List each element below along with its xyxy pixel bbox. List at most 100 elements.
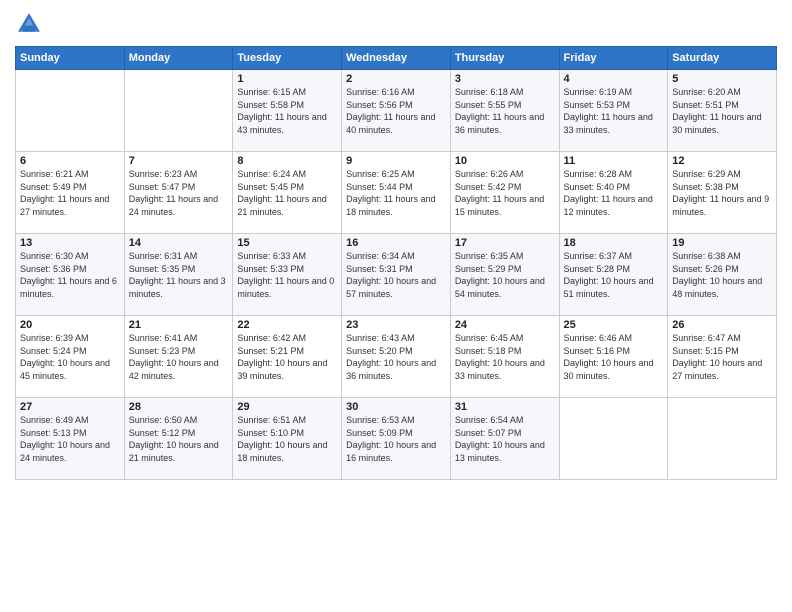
day-number: 25 (564, 319, 664, 331)
week-row-2: 6Sunrise: 6:21 AMSunset: 5:49 PMDaylight… (16, 152, 777, 234)
day-number: 12 (672, 155, 772, 167)
header-friday: Friday (559, 47, 668, 70)
day-cell: 3Sunrise: 6:18 AMSunset: 5:55 PMDaylight… (450, 70, 559, 152)
header-sunday: Sunday (16, 47, 125, 70)
day-number: 1 (237, 73, 337, 85)
day-info: Sunrise: 6:51 AMSunset: 5:10 PMDaylight:… (237, 414, 337, 464)
day-cell: 30Sunrise: 6:53 AMSunset: 5:09 PMDayligh… (342, 398, 451, 480)
day-cell: 8Sunrise: 6:24 AMSunset: 5:45 PMDaylight… (233, 152, 342, 234)
day-info: Sunrise: 6:35 AMSunset: 5:29 PMDaylight:… (455, 250, 555, 300)
day-cell: 11Sunrise: 6:28 AMSunset: 5:40 PMDayligh… (559, 152, 668, 234)
calendar-header: SundayMondayTuesdayWednesdayThursdayFrid… (16, 47, 777, 70)
day-info: Sunrise: 6:50 AMSunset: 5:12 PMDaylight:… (129, 414, 229, 464)
day-info: Sunrise: 6:28 AMSunset: 5:40 PMDaylight:… (564, 168, 664, 218)
day-info: Sunrise: 6:29 AMSunset: 5:38 PMDaylight:… (672, 168, 772, 218)
day-number: 23 (346, 319, 446, 331)
day-info: Sunrise: 6:20 AMSunset: 5:51 PMDaylight:… (672, 86, 772, 136)
day-number: 27 (20, 401, 120, 413)
day-cell: 25Sunrise: 6:46 AMSunset: 5:16 PMDayligh… (559, 316, 668, 398)
day-info: Sunrise: 6:41 AMSunset: 5:23 PMDaylight:… (129, 332, 229, 382)
header-tuesday: Tuesday (233, 47, 342, 70)
day-info: Sunrise: 6:19 AMSunset: 5:53 PMDaylight:… (564, 86, 664, 136)
day-number: 10 (455, 155, 555, 167)
day-cell (559, 398, 668, 480)
day-info: Sunrise: 6:46 AMSunset: 5:16 PMDaylight:… (564, 332, 664, 382)
header-thursday: Thursday (450, 47, 559, 70)
day-number: 16 (346, 237, 446, 249)
calendar-page: SundayMondayTuesdayWednesdayThursdayFrid… (0, 0, 792, 612)
day-cell: 17Sunrise: 6:35 AMSunset: 5:29 PMDayligh… (450, 234, 559, 316)
day-info: Sunrise: 6:33 AMSunset: 5:33 PMDaylight:… (237, 250, 337, 300)
day-number: 28 (129, 401, 229, 413)
calendar-body: 1Sunrise: 6:15 AMSunset: 5:58 PMDaylight… (16, 70, 777, 480)
day-cell: 14Sunrise: 6:31 AMSunset: 5:35 PMDayligh… (124, 234, 233, 316)
week-row-1: 1Sunrise: 6:15 AMSunset: 5:58 PMDaylight… (16, 70, 777, 152)
calendar-table: SundayMondayTuesdayWednesdayThursdayFrid… (15, 46, 777, 480)
day-number: 31 (455, 401, 555, 413)
day-number: 2 (346, 73, 446, 85)
day-number: 18 (564, 237, 664, 249)
day-number: 3 (455, 73, 555, 85)
day-info: Sunrise: 6:37 AMSunset: 5:28 PMDaylight:… (564, 250, 664, 300)
day-cell: 29Sunrise: 6:51 AMSunset: 5:10 PMDayligh… (233, 398, 342, 480)
day-info: Sunrise: 6:30 AMSunset: 5:36 PMDaylight:… (20, 250, 120, 300)
day-number: 4 (564, 73, 664, 85)
header-saturday: Saturday (668, 47, 777, 70)
day-number: 19 (672, 237, 772, 249)
day-cell: 1Sunrise: 6:15 AMSunset: 5:58 PMDaylight… (233, 70, 342, 152)
day-number: 26 (672, 319, 772, 331)
day-cell (124, 70, 233, 152)
day-info: Sunrise: 6:45 AMSunset: 5:18 PMDaylight:… (455, 332, 555, 382)
day-number: 8 (237, 155, 337, 167)
day-number: 20 (20, 319, 120, 331)
day-info: Sunrise: 6:49 AMSunset: 5:13 PMDaylight:… (20, 414, 120, 464)
day-info: Sunrise: 6:15 AMSunset: 5:58 PMDaylight:… (237, 86, 337, 136)
day-number: 6 (20, 155, 120, 167)
day-info: Sunrise: 6:53 AMSunset: 5:09 PMDaylight:… (346, 414, 446, 464)
day-cell: 24Sunrise: 6:45 AMSunset: 5:18 PMDayligh… (450, 316, 559, 398)
day-cell: 22Sunrise: 6:42 AMSunset: 5:21 PMDayligh… (233, 316, 342, 398)
day-info: Sunrise: 6:42 AMSunset: 5:21 PMDaylight:… (237, 332, 337, 382)
logo-icon (15, 10, 43, 38)
day-number: 22 (237, 319, 337, 331)
day-cell: 10Sunrise: 6:26 AMSunset: 5:42 PMDayligh… (450, 152, 559, 234)
day-cell: 2Sunrise: 6:16 AMSunset: 5:56 PMDaylight… (342, 70, 451, 152)
day-cell: 21Sunrise: 6:41 AMSunset: 5:23 PMDayligh… (124, 316, 233, 398)
day-cell: 20Sunrise: 6:39 AMSunset: 5:24 PMDayligh… (16, 316, 125, 398)
day-cell: 18Sunrise: 6:37 AMSunset: 5:28 PMDayligh… (559, 234, 668, 316)
day-cell: 7Sunrise: 6:23 AMSunset: 5:47 PMDaylight… (124, 152, 233, 234)
day-info: Sunrise: 6:24 AMSunset: 5:45 PMDaylight:… (237, 168, 337, 218)
day-cell: 13Sunrise: 6:30 AMSunset: 5:36 PMDayligh… (16, 234, 125, 316)
day-number: 24 (455, 319, 555, 331)
day-cell: 4Sunrise: 6:19 AMSunset: 5:53 PMDaylight… (559, 70, 668, 152)
header (15, 10, 777, 38)
day-number: 15 (237, 237, 337, 249)
day-number: 5 (672, 73, 772, 85)
header-wednesday: Wednesday (342, 47, 451, 70)
day-info: Sunrise: 6:21 AMSunset: 5:49 PMDaylight:… (20, 168, 120, 218)
day-info: Sunrise: 6:16 AMSunset: 5:56 PMDaylight:… (346, 86, 446, 136)
day-number: 7 (129, 155, 229, 167)
day-info: Sunrise: 6:38 AMSunset: 5:26 PMDaylight:… (672, 250, 772, 300)
day-cell: 23Sunrise: 6:43 AMSunset: 5:20 PMDayligh… (342, 316, 451, 398)
day-cell: 6Sunrise: 6:21 AMSunset: 5:49 PMDaylight… (16, 152, 125, 234)
day-cell: 19Sunrise: 6:38 AMSunset: 5:26 PMDayligh… (668, 234, 777, 316)
day-cell: 27Sunrise: 6:49 AMSunset: 5:13 PMDayligh… (16, 398, 125, 480)
day-number: 17 (455, 237, 555, 249)
week-row-3: 13Sunrise: 6:30 AMSunset: 5:36 PMDayligh… (16, 234, 777, 316)
day-number: 14 (129, 237, 229, 249)
day-info: Sunrise: 6:47 AMSunset: 5:15 PMDaylight:… (672, 332, 772, 382)
day-cell: 5Sunrise: 6:20 AMSunset: 5:51 PMDaylight… (668, 70, 777, 152)
header-row: SundayMondayTuesdayWednesdayThursdayFrid… (16, 47, 777, 70)
day-cell: 12Sunrise: 6:29 AMSunset: 5:38 PMDayligh… (668, 152, 777, 234)
day-cell: 9Sunrise: 6:25 AMSunset: 5:44 PMDaylight… (342, 152, 451, 234)
day-number: 21 (129, 319, 229, 331)
day-info: Sunrise: 6:31 AMSunset: 5:35 PMDaylight:… (129, 250, 229, 300)
day-number: 29 (237, 401, 337, 413)
day-info: Sunrise: 6:18 AMSunset: 5:55 PMDaylight:… (455, 86, 555, 136)
header-monday: Monday (124, 47, 233, 70)
day-info: Sunrise: 6:34 AMSunset: 5:31 PMDaylight:… (346, 250, 446, 300)
day-cell: 16Sunrise: 6:34 AMSunset: 5:31 PMDayligh… (342, 234, 451, 316)
day-number: 30 (346, 401, 446, 413)
day-cell: 15Sunrise: 6:33 AMSunset: 5:33 PMDayligh… (233, 234, 342, 316)
